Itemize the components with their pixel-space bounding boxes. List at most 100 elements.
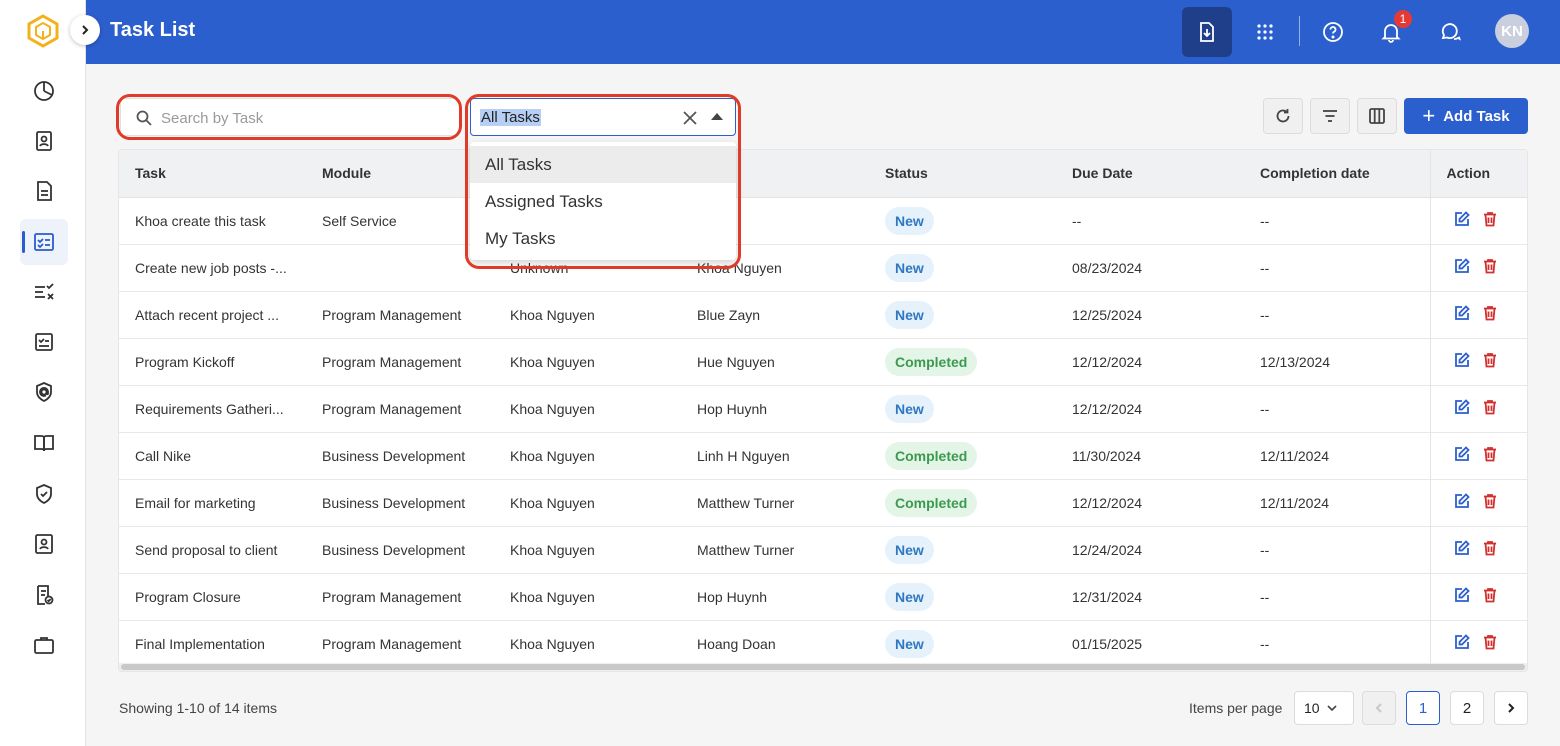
cell-due-date: 12/12/2024	[1056, 385, 1244, 433]
chevron-down-icon	[1327, 705, 1337, 712]
cell-task[interactable]: Create new job posts -...	[119, 244, 306, 292]
scrollbar-thumb[interactable]	[121, 664, 1525, 670]
sidebar-item-security[interactable]	[20, 369, 68, 415]
sidebar-item-projects[interactable]	[20, 622, 68, 668]
edit-icon[interactable]	[1453, 351, 1471, 369]
dropdown-option-my-tasks[interactable]: My Tasks	[470, 220, 736, 257]
sidebar-item-dashboard[interactable]	[20, 68, 68, 114]
sidebar-item-employees[interactable]	[20, 521, 68, 567]
cell-task[interactable]: Program Kickoff	[119, 338, 306, 386]
refresh-button[interactable]	[1263, 98, 1303, 134]
column-header-completion-date[interactable]: Completion date	[1244, 150, 1430, 198]
edit-icon[interactable]	[1453, 539, 1471, 557]
delete-icon[interactable]	[1481, 257, 1499, 275]
help-button[interactable]	[1308, 7, 1358, 57]
table-row[interactable]: Final Implementation Program Management Kh…	[119, 620, 1527, 668]
delete-icon[interactable]	[1481, 539, 1499, 557]
pie-chart-icon	[34, 81, 54, 101]
sidebar-item-tasks[interactable]	[20, 219, 68, 265]
caret-up-icon[interactable]	[711, 113, 723, 120]
column-header-module[interactable]: Module	[306, 150, 494, 198]
chevron-right-icon	[1508, 703, 1515, 713]
delete-icon[interactable]	[1481, 445, 1499, 463]
cell-task[interactable]: Call Nike	[119, 432, 306, 480]
cell-created-by: Khoa Nguyen	[494, 432, 681, 480]
edit-icon[interactable]	[1453, 257, 1471, 275]
column-header-task[interactable]: Task	[119, 150, 306, 198]
help-icon	[1323, 22, 1343, 42]
cell-task[interactable]: Khoa create this task	[119, 197, 306, 245]
checkbox-list-icon	[35, 333, 53, 351]
sidebar-item-approvals[interactable]	[20, 319, 68, 365]
delete-icon[interactable]	[1481, 304, 1499, 322]
edit-icon[interactable]	[1453, 492, 1471, 510]
edit-icon[interactable]	[1453, 633, 1471, 651]
cell-task[interactable]: Send proposal to client	[119, 526, 306, 574]
checklist-icon	[35, 283, 54, 300]
horizontal-scrollbar[interactable]	[119, 663, 1527, 671]
cell-assigned-to: Hop Huynh	[681, 385, 869, 433]
sidebar-item-documents[interactable]	[20, 168, 68, 214]
table-row[interactable]: Khoa create this taskSelf ServiceNgoNew-…	[119, 197, 1527, 245]
cell-task[interactable]: Attach recent project ...	[119, 291, 306, 339]
table-row[interactable]: Requirements Gatheri... Program Managemen…	[119, 385, 1527, 433]
column-header-status[interactable]: Status	[869, 150, 1056, 198]
chat-button[interactable]	[1425, 7, 1475, 57]
sidebar-item-checklist[interactable]	[20, 269, 68, 315]
filter-button[interactable]	[1310, 98, 1350, 134]
app-logo-icon[interactable]	[26, 14, 60, 48]
header-divider	[1299, 16, 1300, 46]
edit-icon[interactable]	[1453, 398, 1471, 416]
cell-task[interactable]: Requirements Gatheri...	[119, 385, 306, 433]
cell-task[interactable]: Email for marketing	[119, 479, 306, 527]
table-row[interactable]: Call Nike Business Development Khoa Nguyen…	[119, 432, 1527, 480]
sidebar-item-compliance[interactable]	[20, 471, 68, 517]
sidebar-item-contacts[interactable]	[20, 118, 68, 164]
edit-icon[interactable]	[1453, 210, 1471, 228]
next-page-button[interactable]	[1494, 691, 1528, 725]
table-row[interactable]: Program Kickoff Program Management Khoa Ng…	[119, 338, 1527, 386]
table-row[interactable]: Email for marketing Business Development K…	[119, 479, 1527, 527]
status-badge: New	[885, 535, 934, 564]
column-header-due-date[interactable]: Due Date	[1056, 150, 1244, 198]
dropdown-option-all-tasks[interactable]: All Tasks	[470, 146, 736, 183]
cell-task[interactable]: Program Closure	[119, 573, 306, 621]
cell-due-date: 12/31/2024	[1056, 573, 1244, 621]
table-row[interactable]: Send proposal to client Business Developm…	[119, 526, 1527, 574]
table-row[interactable]: Create new job posts -... Unknown Khoa Ngu…	[119, 244, 1527, 292]
contact-card-icon	[36, 131, 52, 151]
export-button[interactable]	[1182, 7, 1232, 57]
prev-page-button[interactable]	[1362, 691, 1396, 725]
table-row[interactable]: Program Closure Program Management Khoa Ng…	[119, 573, 1527, 621]
delete-icon[interactable]	[1481, 586, 1499, 604]
cell-completion-date: --	[1244, 197, 1430, 245]
task-list-icon	[34, 233, 54, 251]
delete-icon[interactable]	[1481, 633, 1499, 651]
page-title: Task List	[110, 19, 196, 41]
table-row[interactable]: Attach recent project ... Program Managem…	[119, 291, 1527, 339]
columns-button[interactable]	[1357, 98, 1397, 134]
add-task-button[interactable]: + Add Task	[1404, 98, 1528, 134]
sidebar-item-knowledge[interactable]	[20, 420, 68, 466]
apps-button[interactable]	[1240, 7, 1290, 57]
cell-task[interactable]: Final Implementation	[119, 620, 306, 668]
expand-sidebar-button[interactable]	[70, 15, 100, 45]
user-avatar[interactable]: KN	[1495, 14, 1529, 48]
dropdown-option-assigned-tasks[interactable]: Assigned Tasks	[470, 183, 736, 220]
chevron-right-icon	[82, 25, 89, 35]
clear-icon[interactable]	[681, 109, 699, 127]
page-button-1[interactable]: 1	[1406, 691, 1440, 725]
task-filter-select[interactable]: All Tasks	[470, 98, 736, 136]
notifications-button[interactable]: 1	[1366, 7, 1416, 57]
delete-icon[interactable]	[1481, 351, 1499, 369]
edit-icon[interactable]	[1453, 304, 1471, 322]
sidebar-item-reviews[interactable]	[20, 572, 68, 618]
delete-icon[interactable]	[1481, 492, 1499, 510]
page-button-2[interactable]: 2	[1450, 691, 1484, 725]
items-per-page-select[interactable]: 10	[1294, 691, 1354, 725]
edit-icon[interactable]	[1453, 445, 1471, 463]
delete-icon[interactable]	[1481, 210, 1499, 228]
delete-icon[interactable]	[1481, 398, 1499, 416]
search-input[interactable]	[161, 107, 441, 129]
edit-icon[interactable]	[1453, 586, 1471, 604]
